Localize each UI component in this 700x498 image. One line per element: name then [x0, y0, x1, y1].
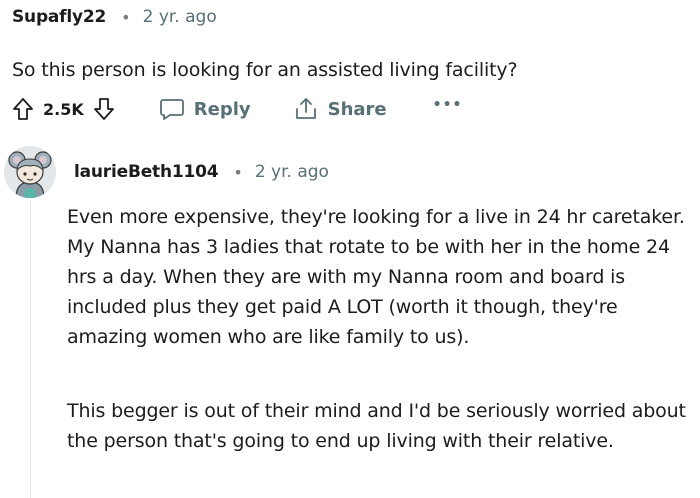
- timestamp[interactable]: 2 yr. ago: [143, 7, 217, 27]
- comment-header: laurieBeth1104 • 2 yr. ago: [74, 159, 329, 185]
- timestamp[interactable]: 2 yr. ago: [255, 162, 329, 182]
- downvote-icon[interactable]: [93, 97, 115, 121]
- reply-label: Reply: [193, 98, 251, 120]
- share-icon: [293, 96, 319, 122]
- share-label: Share: [327, 98, 387, 120]
- vote-score: 2.5K: [43, 99, 84, 119]
- vote-box: 2.5K: [12, 97, 115, 121]
- comment-paragraph: Even more expensive, they're looking for…: [67, 206, 685, 348]
- more-icon[interactable]: •••: [433, 97, 463, 121]
- username-link[interactable]: laurieBeth1104: [74, 162, 219, 182]
- comment-body: So this person is looking for an assiste…: [12, 59, 518, 81]
- comment-paragraph: This begger is out of their mind and I'd…: [67, 400, 686, 452]
- reply-button[interactable]: Reply: [159, 97, 251, 121]
- upvote-icon[interactable]: [12, 97, 34, 121]
- share-button[interactable]: Share: [293, 96, 387, 122]
- avatar[interactable]: [4, 146, 56, 198]
- username-link[interactable]: Supafly22: [12, 7, 106, 27]
- reply-icon: [159, 97, 185, 121]
- meta-separator: •: [121, 7, 131, 27]
- comment-header: Supafly22 • 2 yr. ago: [12, 5, 217, 29]
- meta-separator: •: [233, 162, 243, 182]
- comment-action-bar: 2.5K Reply Share •••: [12, 92, 462, 126]
- thread-line[interactable]: [30, 200, 31, 498]
